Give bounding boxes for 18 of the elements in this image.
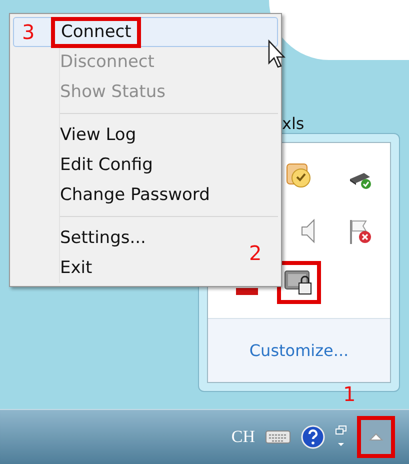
speaker-icon [300, 218, 316, 244]
menu-item[interactable]: Exit [13, 253, 96, 283]
menu-item[interactable]: Change Password [13, 180, 213, 210]
keyboard-icon[interactable] [265, 429, 291, 445]
step-number: 3 [22, 22, 35, 42]
help-icon[interactable] [301, 425, 325, 449]
desktop-icon-label: xls [282, 113, 304, 135]
clock-icon [286, 163, 312, 189]
show-hidden-icons-button[interactable] [357, 416, 395, 458]
caret-up-icon [369, 433, 383, 441]
locked-monitor-icon[interactable] [284, 270, 314, 296]
menu-item[interactable]: Settings... [13, 223, 149, 253]
step-number: 1 [343, 384, 356, 404]
menu-item[interactable]: Edit Config [13, 150, 156, 180]
window-switch-icon[interactable] [335, 425, 347, 449]
menu-item[interactable]: View Log [13, 120, 140, 150]
step-number: 2 [249, 243, 262, 263]
flag-error-icon [348, 218, 374, 246]
